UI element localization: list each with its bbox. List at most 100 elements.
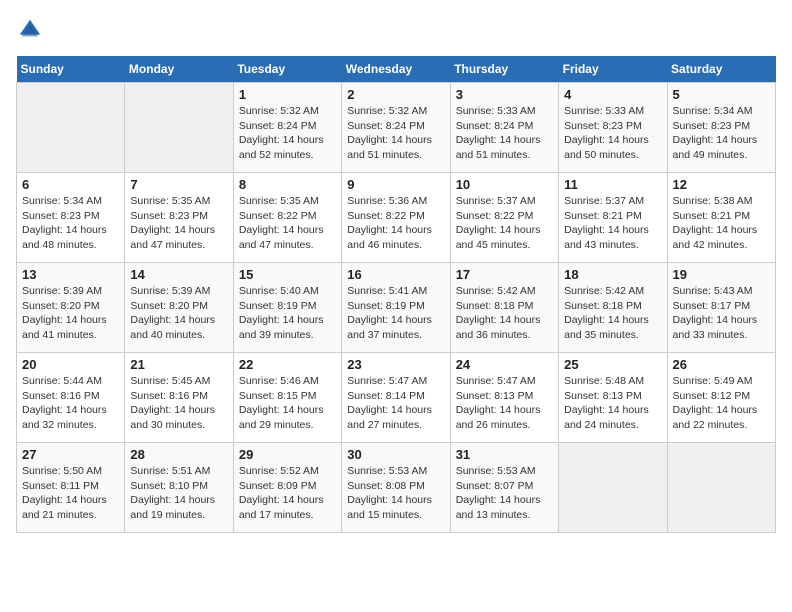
weekday-header: Friday xyxy=(559,56,667,83)
cell-info: Sunrise: 5:48 AMSunset: 8:13 PMDaylight:… xyxy=(564,374,661,433)
calendar-cell: 3 Sunrise: 5:33 AMSunset: 8:24 PMDaylight… xyxy=(450,83,558,173)
day-number: 1 xyxy=(239,87,336,102)
calendar-cell: 23 Sunrise: 5:47 AMSunset: 8:14 PMDayligh… xyxy=(342,353,450,443)
weekday-header: Tuesday xyxy=(233,56,341,83)
cell-info: Sunrise: 5:42 AMSunset: 8:18 PMDaylight:… xyxy=(456,284,553,343)
day-number: 28 xyxy=(130,447,227,462)
cell-info: Sunrise: 5:33 AMSunset: 8:23 PMDaylight:… xyxy=(564,104,661,163)
calendar-cell: 1 Sunrise: 5:32 AMSunset: 8:24 PMDaylight… xyxy=(233,83,341,173)
calendar-week-row: 13 Sunrise: 5:39 AMSunset: 8:20 PMDayligh… xyxy=(17,263,776,353)
day-number: 4 xyxy=(564,87,661,102)
calendar-cell: 5 Sunrise: 5:34 AMSunset: 8:23 PMDaylight… xyxy=(667,83,775,173)
cell-info: Sunrise: 5:46 AMSunset: 8:15 PMDaylight:… xyxy=(239,374,336,433)
calendar-cell: 31Sunrise: 5:53 AMSunset: 8:07 PMDayligh… xyxy=(450,443,558,533)
day-number: 14 xyxy=(130,267,227,282)
cell-info: Sunrise: 5:35 AMSunset: 8:23 PMDaylight:… xyxy=(130,194,227,253)
cell-info: Sunrise: 5:35 AMSunset: 8:22 PMDaylight:… xyxy=(239,194,336,253)
day-number: 5 xyxy=(673,87,770,102)
cell-info: Sunrise: 5:32 AMSunset: 8:24 PMDaylight:… xyxy=(239,104,336,163)
day-number: 26 xyxy=(673,357,770,372)
day-number: 7 xyxy=(130,177,227,192)
calendar-cell: 22 Sunrise: 5:46 AMSunset: 8:15 PMDayligh… xyxy=(233,353,341,443)
day-number: 13 xyxy=(22,267,119,282)
day-number: 31 xyxy=(456,447,553,462)
day-number: 17 xyxy=(456,267,553,282)
calendar-cell: 19 Sunrise: 5:43 AMSunset: 8:17 PMDayligh… xyxy=(667,263,775,353)
day-number: 24 xyxy=(456,357,553,372)
cell-info: Sunrise: 5:45 AMSunset: 8:16 PMDaylight:… xyxy=(130,374,227,433)
calendar-cell xyxy=(559,443,667,533)
cell-info: Sunrise: 5:53 AMSunset: 8:08 PMDaylight:… xyxy=(347,464,444,523)
day-number: 10 xyxy=(456,177,553,192)
calendar-cell: 26Sunrise: 5:49 AMSunset: 8:12 PMDayligh… xyxy=(667,353,775,443)
day-number: 9 xyxy=(347,177,444,192)
cell-info: Sunrise: 5:42 AMSunset: 8:18 PMDaylight:… xyxy=(564,284,661,343)
cell-info: Sunrise: 5:37 AMSunset: 8:22 PMDaylight:… xyxy=(456,194,553,253)
day-number: 6 xyxy=(22,177,119,192)
cell-info: Sunrise: 5:41 AMSunset: 8:19 PMDaylight:… xyxy=(347,284,444,343)
calendar-week-row: 1 Sunrise: 5:32 AMSunset: 8:24 PMDaylight… xyxy=(17,83,776,173)
cell-info: Sunrise: 5:36 AMSunset: 8:22 PMDaylight:… xyxy=(347,194,444,253)
day-number: 30 xyxy=(347,447,444,462)
day-number: 23 xyxy=(347,357,444,372)
cell-info: Sunrise: 5:43 AMSunset: 8:17 PMDaylight:… xyxy=(673,284,770,343)
calendar-cell xyxy=(667,443,775,533)
day-number: 21 xyxy=(130,357,227,372)
cell-info: Sunrise: 5:47 AMSunset: 8:14 PMDaylight:… xyxy=(347,374,444,433)
calendar-cell: 16 Sunrise: 5:41 AMSunset: 8:19 PMDayligh… xyxy=(342,263,450,353)
cell-info: Sunrise: 5:32 AMSunset: 8:24 PMDaylight:… xyxy=(347,104,444,163)
calendar-cell: 12 Sunrise: 5:38 AMSunset: 8:21 PMDayligh… xyxy=(667,173,775,263)
cell-info: Sunrise: 5:34 AMSunset: 8:23 PMDaylight:… xyxy=(22,194,119,253)
calendar-cell: 18 Sunrise: 5:42 AMSunset: 8:18 PMDayligh… xyxy=(559,263,667,353)
cell-info: Sunrise: 5:47 AMSunset: 8:13 PMDaylight:… xyxy=(456,374,553,433)
calendar-week-row: 20Sunrise: 5:44 AMSunset: 8:16 PMDayligh… xyxy=(17,353,776,443)
calendar-cell: 2Sunrise: 5:32 AMSunset: 8:24 PMDaylight… xyxy=(342,83,450,173)
cell-info: Sunrise: 5:34 AMSunset: 8:23 PMDaylight:… xyxy=(673,104,770,163)
calendar-cell: 30 Sunrise: 5:53 AMSunset: 8:08 PMDayligh… xyxy=(342,443,450,533)
calendar-cell: 28 Sunrise: 5:51 AMSunset: 8:10 PMDayligh… xyxy=(125,443,233,533)
logo xyxy=(16,16,48,44)
day-number: 18 xyxy=(564,267,661,282)
cell-info: Sunrise: 5:38 AMSunset: 8:21 PMDaylight:… xyxy=(673,194,770,253)
day-number: 15 xyxy=(239,267,336,282)
cell-info: Sunrise: 5:50 AMSunset: 8:11 PMDaylight:… xyxy=(22,464,119,523)
day-number: 12 xyxy=(673,177,770,192)
day-number: 27 xyxy=(22,447,119,462)
calendar-cell: 17 Sunrise: 5:42 AMSunset: 8:18 PMDayligh… xyxy=(450,263,558,353)
calendar-cell: 9 Sunrise: 5:36 AMSunset: 8:22 PMDaylight… xyxy=(342,173,450,263)
weekday-header: Wednesday xyxy=(342,56,450,83)
day-number: 11 xyxy=(564,177,661,192)
calendar-week-row: 27 Sunrise: 5:50 AMSunset: 8:11 PMDayligh… xyxy=(17,443,776,533)
day-number: 8 xyxy=(239,177,336,192)
cell-info: Sunrise: 5:39 AMSunset: 8:20 PMDaylight:… xyxy=(22,284,119,343)
day-number: 16 xyxy=(347,267,444,282)
calendar-table: SundayMondayTuesdayWednesdayThursdayFrid… xyxy=(16,56,776,533)
day-number: 3 xyxy=(456,87,553,102)
calendar-cell xyxy=(125,83,233,173)
calendar-cell: 27 Sunrise: 5:50 AMSunset: 8:11 PMDayligh… xyxy=(17,443,125,533)
cell-info: Sunrise: 5:33 AMSunset: 8:24 PMDaylight:… xyxy=(456,104,553,163)
cell-info: Sunrise: 5:39 AMSunset: 8:20 PMDaylight:… xyxy=(130,284,227,343)
calendar-cell xyxy=(17,83,125,173)
cell-info: Sunrise: 5:51 AMSunset: 8:10 PMDaylight:… xyxy=(130,464,227,523)
calendar-cell: 20Sunrise: 5:44 AMSunset: 8:16 PMDayligh… xyxy=(17,353,125,443)
day-number: 25 xyxy=(564,357,661,372)
calendar-cell: 15 Sunrise: 5:40 AMSunset: 8:19 PMDayligh… xyxy=(233,263,341,353)
cell-info: Sunrise: 5:40 AMSunset: 8:19 PMDaylight:… xyxy=(239,284,336,343)
day-number: 19 xyxy=(673,267,770,282)
cell-info: Sunrise: 5:37 AMSunset: 8:21 PMDaylight:… xyxy=(564,194,661,253)
cell-info: Sunrise: 5:44 AMSunset: 8:16 PMDaylight:… xyxy=(22,374,119,433)
weekday-header: Saturday xyxy=(667,56,775,83)
calendar-cell: 14 Sunrise: 5:39 AMSunset: 8:20 PMDayligh… xyxy=(125,263,233,353)
day-number: 22 xyxy=(239,357,336,372)
calendar-week-row: 6 Sunrise: 5:34 AMSunset: 8:23 PMDaylight… xyxy=(17,173,776,263)
weekday-header-row: SundayMondayTuesdayWednesdayThursdayFrid… xyxy=(17,56,776,83)
calendar-cell: 8 Sunrise: 5:35 AMSunset: 8:22 PMDaylight… xyxy=(233,173,341,263)
page-header xyxy=(16,16,776,44)
calendar-cell: 10 Sunrise: 5:37 AMSunset: 8:22 PMDayligh… xyxy=(450,173,558,263)
day-number: 29 xyxy=(239,447,336,462)
calendar-cell: 24 Sunrise: 5:47 AMSunset: 8:13 PMDayligh… xyxy=(450,353,558,443)
calendar-cell: 11 Sunrise: 5:37 AMSunset: 8:21 PMDayligh… xyxy=(559,173,667,263)
weekday-header: Sunday xyxy=(17,56,125,83)
cell-info: Sunrise: 5:52 AMSunset: 8:09 PMDaylight:… xyxy=(239,464,336,523)
